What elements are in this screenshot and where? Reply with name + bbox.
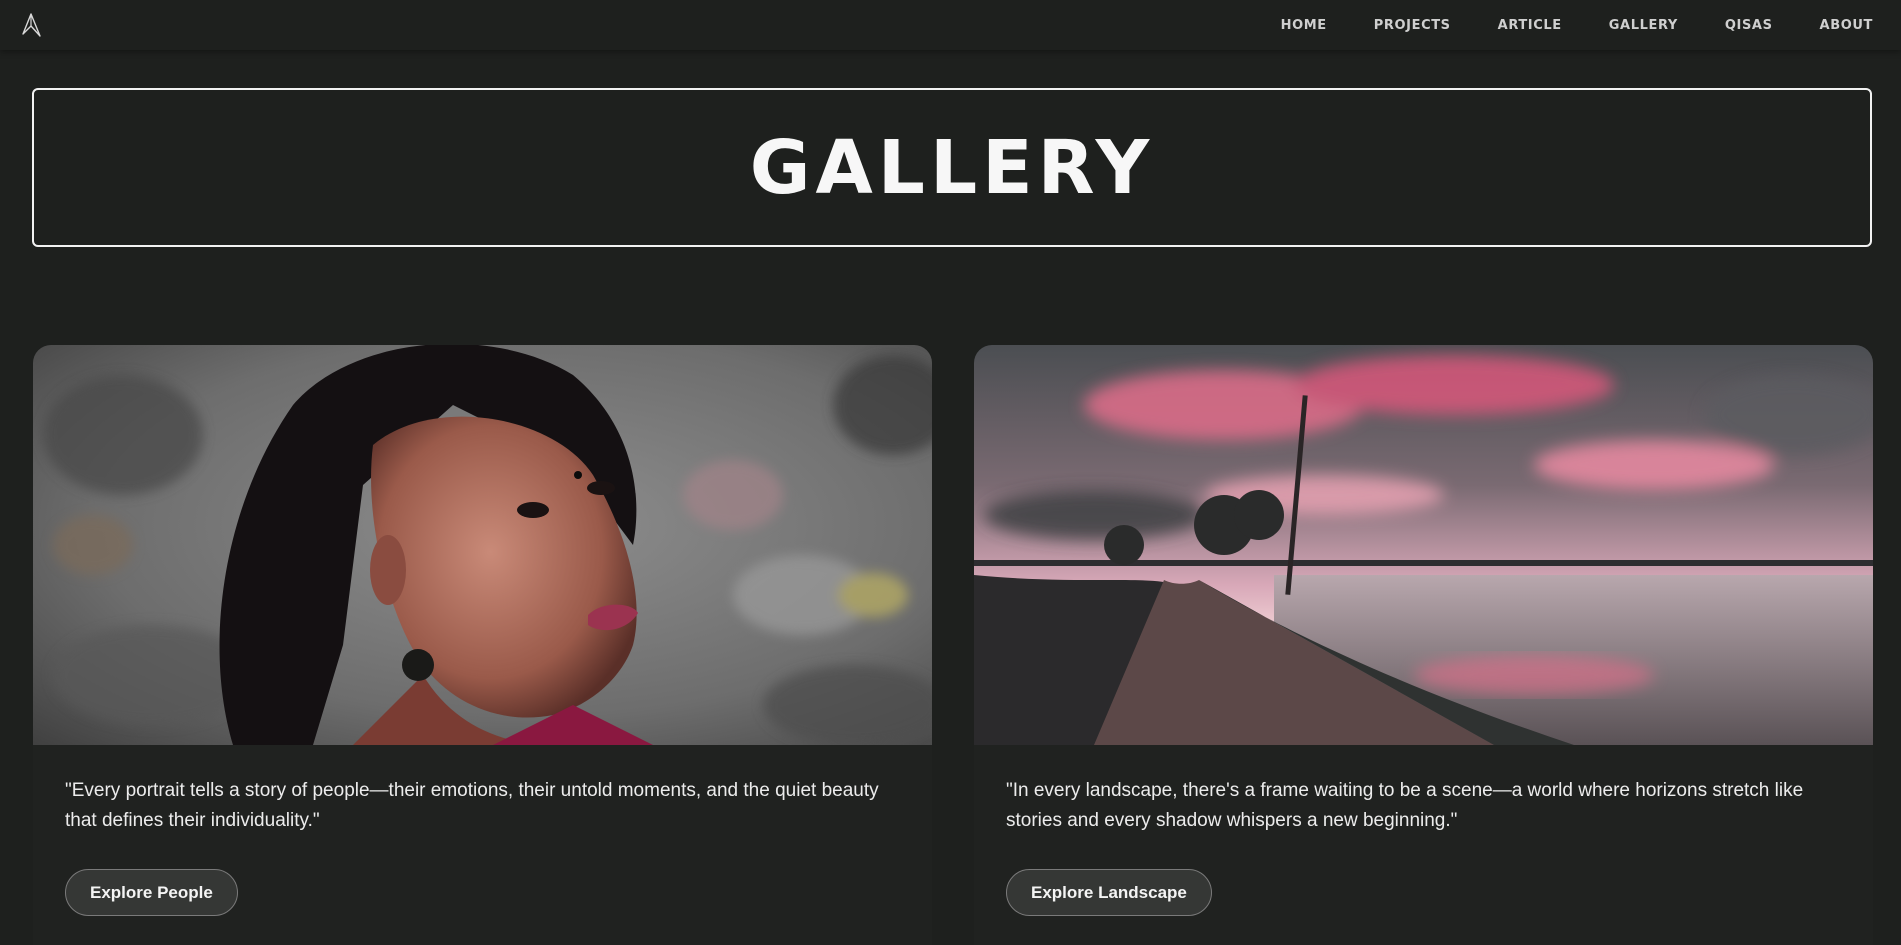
top-navbar: HOME PROJECTS ARTICLE GALLERY QISAS ABOU… [0, 0, 1901, 50]
main-nav: HOME PROJECTS ARTICLE GALLERY QISAS ABOU… [1281, 18, 1873, 33]
paper-plane-logo-icon[interactable] [20, 11, 42, 39]
nav-home-link[interactable]: HOME [1281, 18, 1327, 33]
portrait-photo[interactable] [33, 345, 932, 745]
nav-projects-link[interactable]: PROJECTS [1374, 18, 1451, 33]
gallery-card-people: "Every portrait tells a story of people—… [33, 345, 932, 945]
gallery-hero-banner: GALLERY [32, 88, 1872, 247]
explore-people-button[interactable]: Explore People [65, 869, 238, 916]
nav-article-link[interactable]: ARTICLE [1498, 18, 1562, 33]
nav-qisas-link[interactable]: QISAS [1725, 18, 1773, 33]
explore-landscape-button[interactable]: Explore Landscape [1006, 869, 1212, 916]
nav-about-link[interactable]: ABOUT [1820, 18, 1873, 33]
landscape-quote: "In every landscape, there's a frame wai… [1006, 780, 1804, 831]
landscape-sunset-photo[interactable] [974, 345, 1873, 745]
gallery-card-landscape: "In every landscape, there's a frame wai… [974, 345, 1873, 945]
page-title: GALLERY [749, 124, 1155, 211]
portrait-quote: "Every portrait tells a story of people—… [65, 780, 879, 831]
nav-gallery-link[interactable]: GALLERY [1609, 18, 1678, 33]
